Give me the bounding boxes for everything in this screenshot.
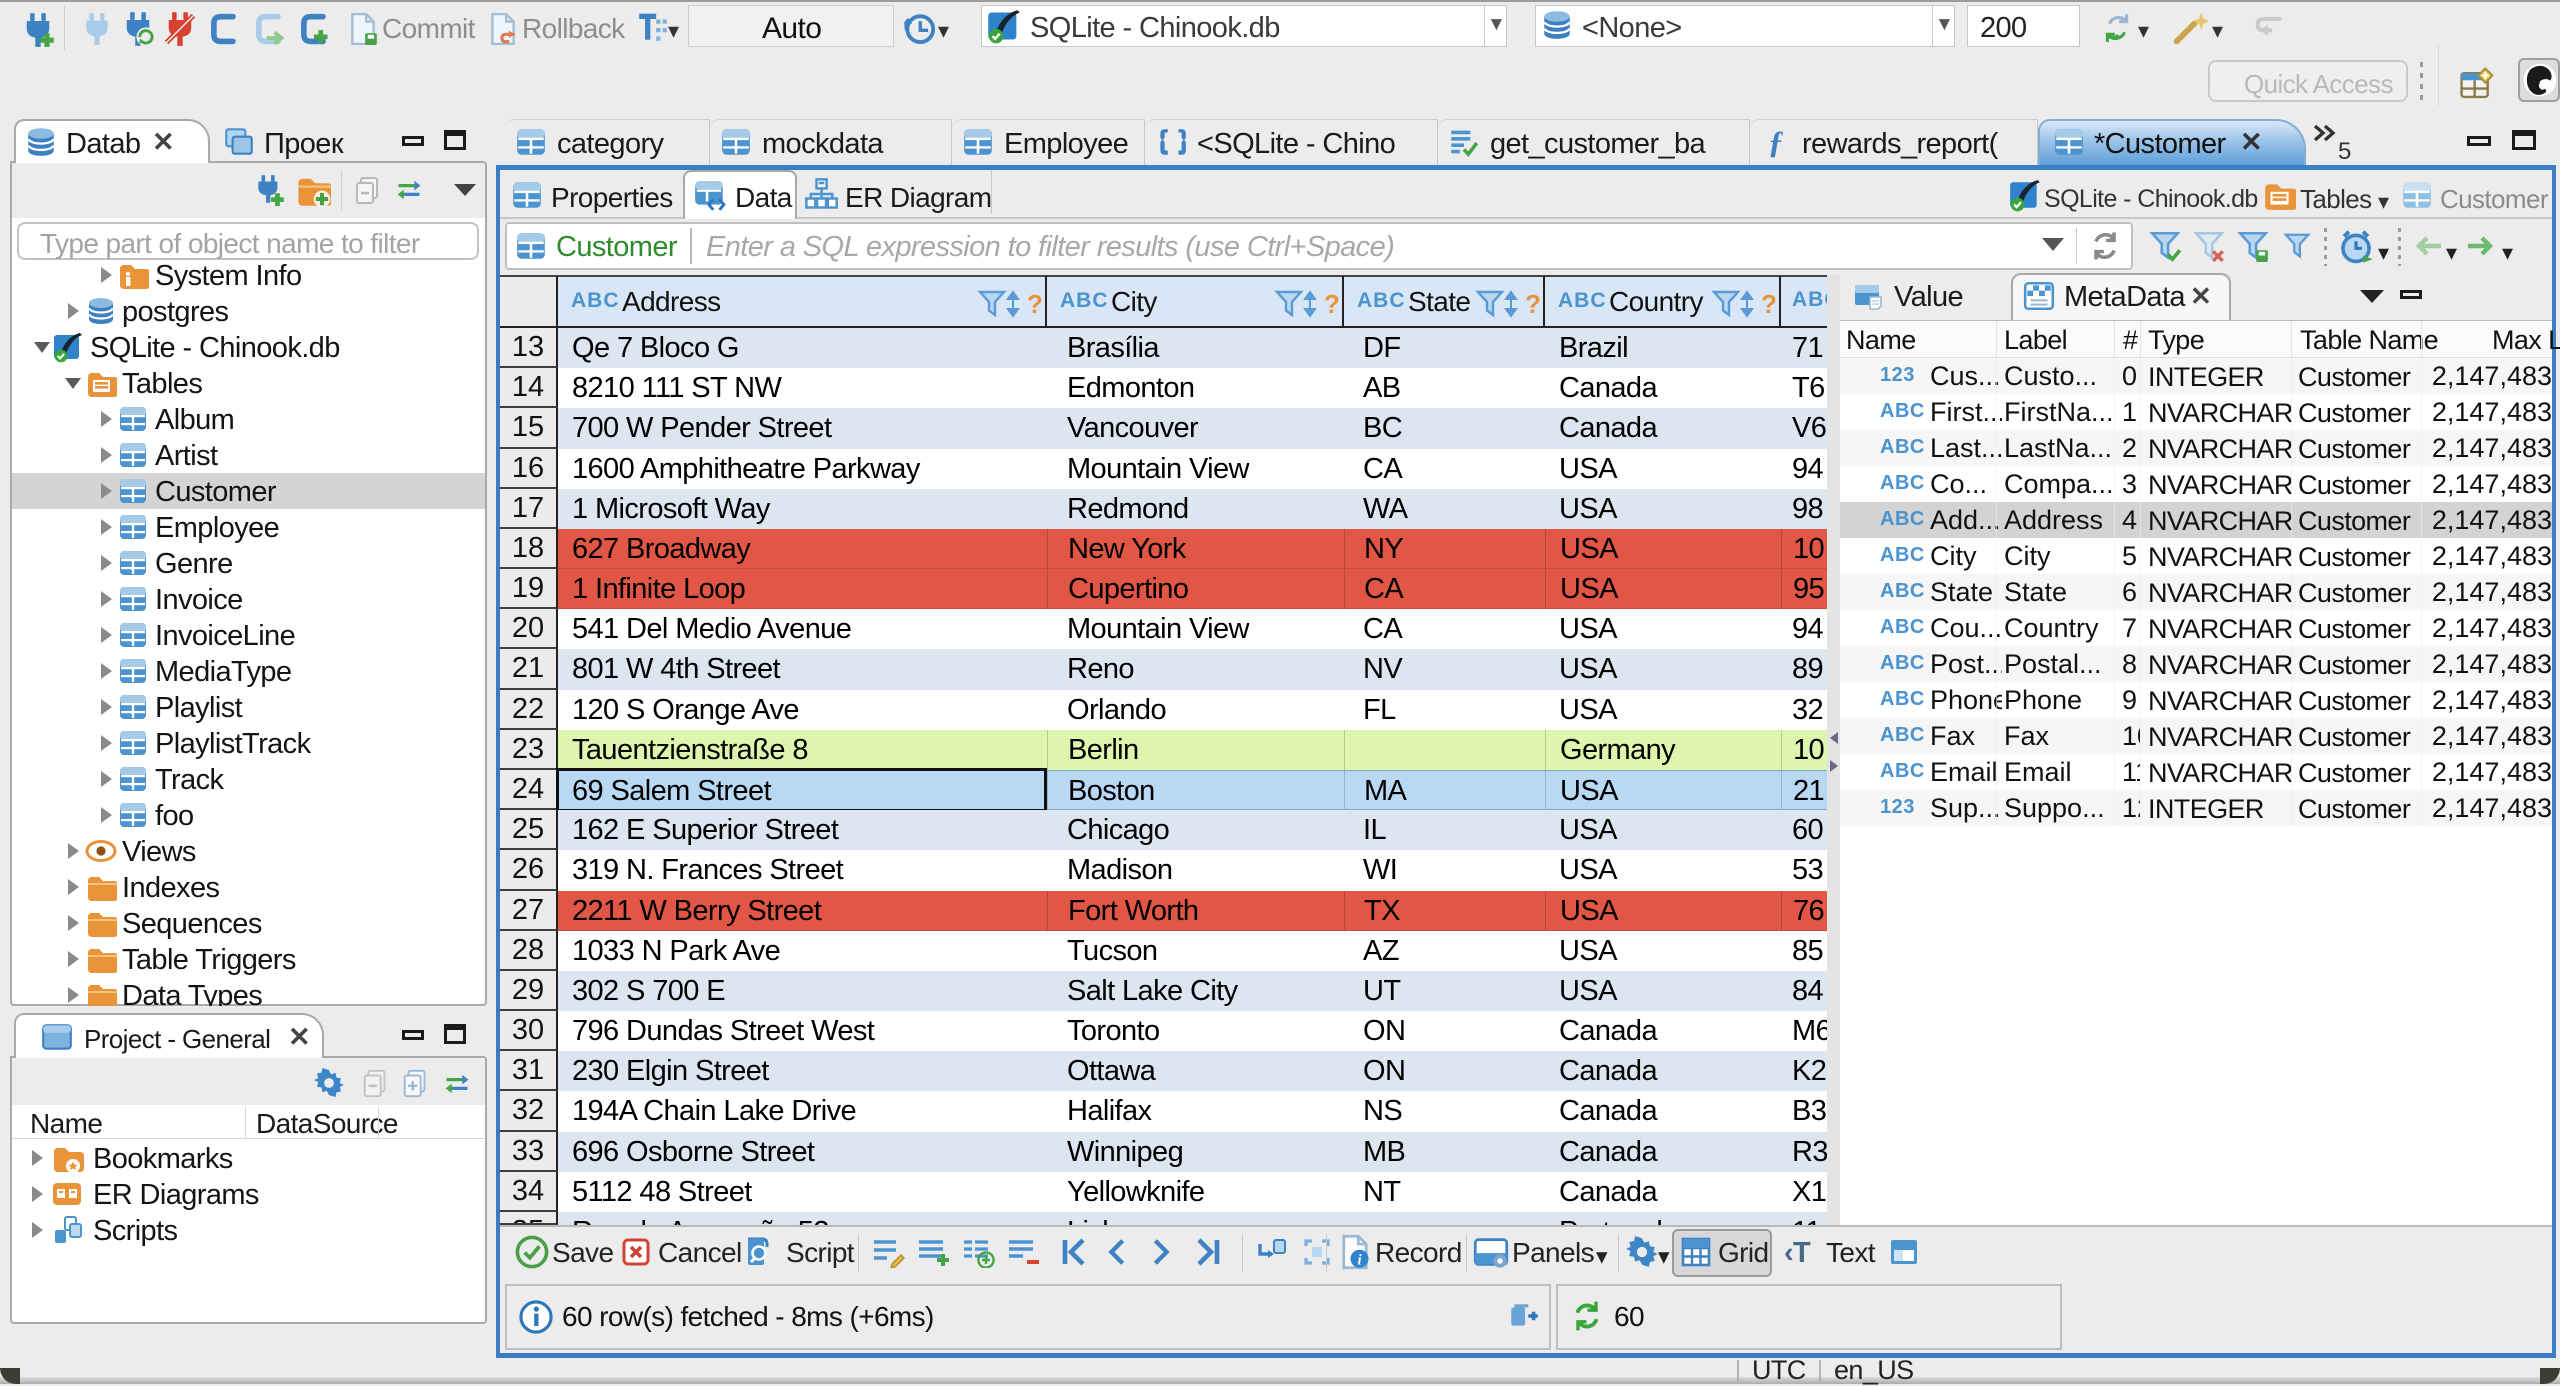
svg-text:i: i: [1357, 1252, 1361, 1268]
svg-text:?: ?: [1324, 289, 1340, 318]
svg-text:ƒ: ƒ: [1768, 125, 1784, 159]
svg-text:?: ?: [1027, 289, 1043, 318]
svg-text:?: ?: [1525, 289, 1541, 318]
svg-text:?: ?: [1761, 289, 1777, 318]
